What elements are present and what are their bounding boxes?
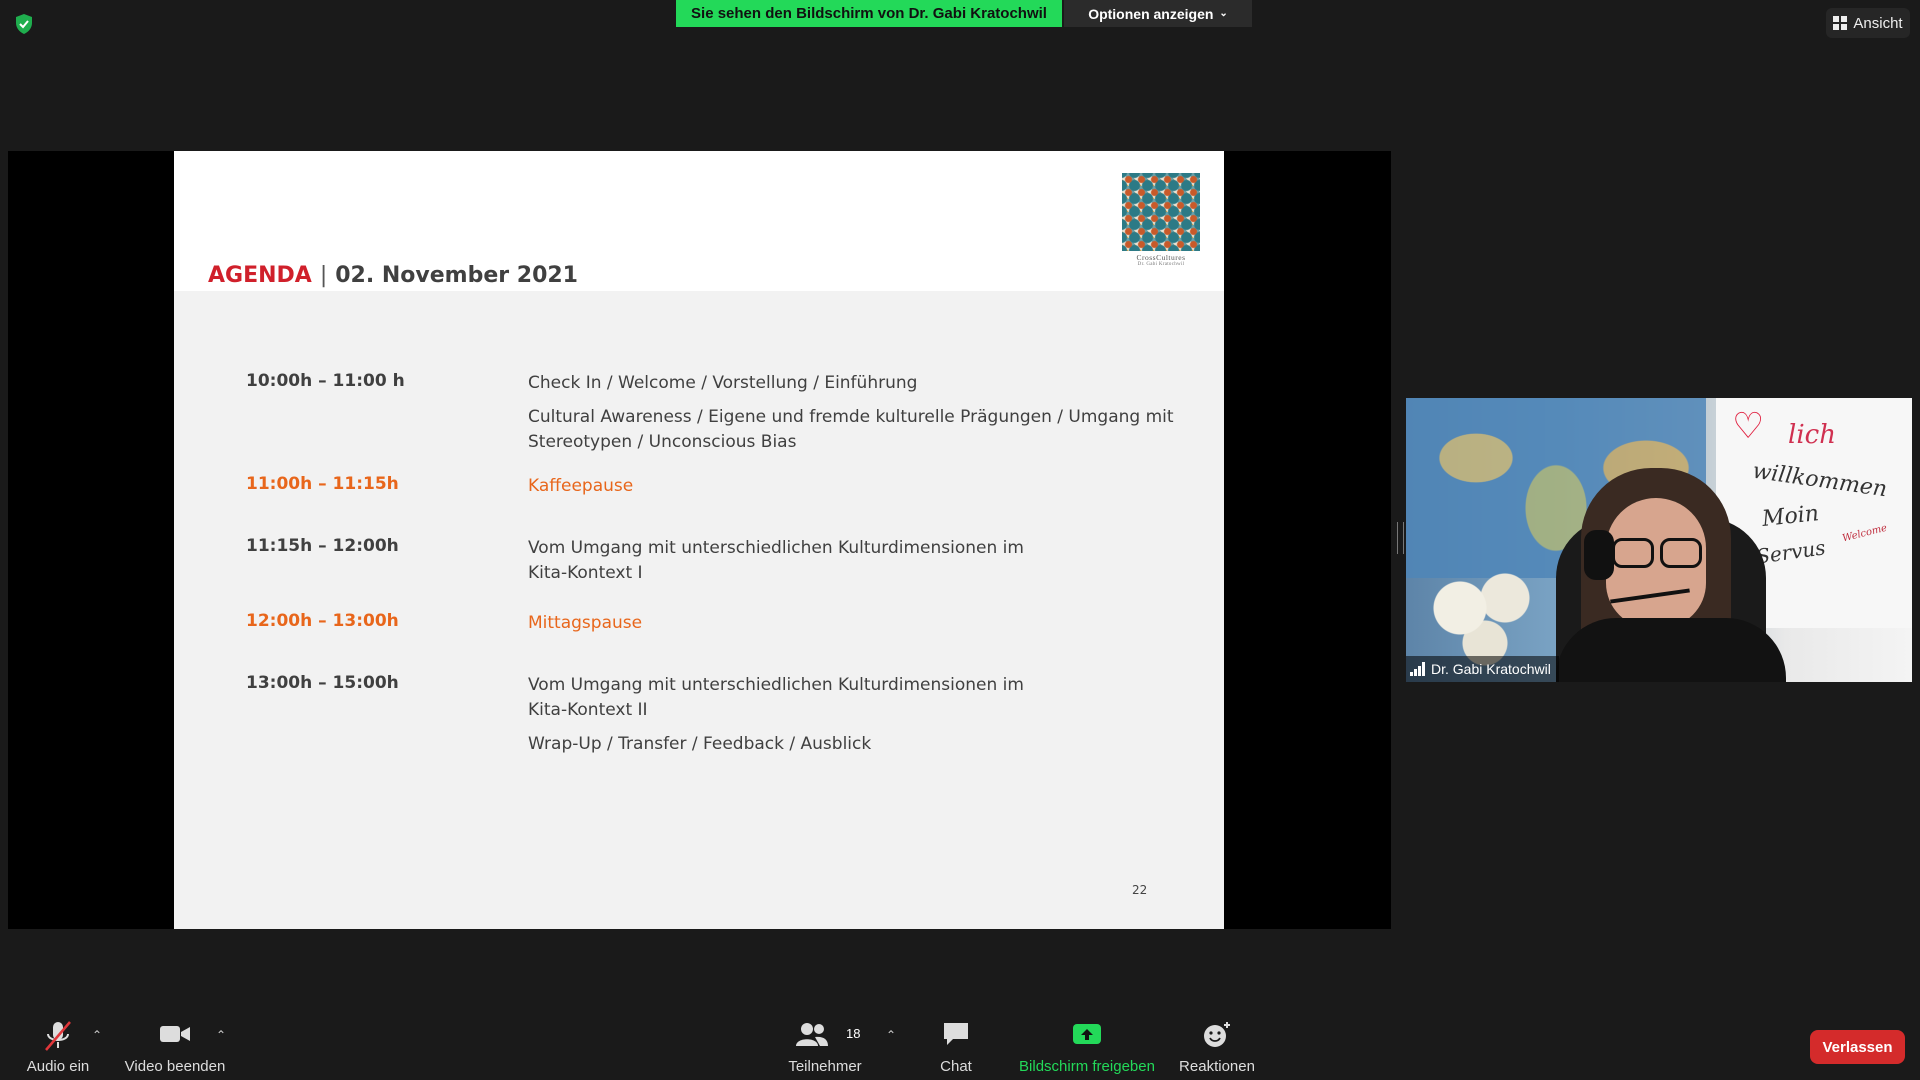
video-camera-icon xyxy=(160,1026,190,1042)
agenda-desc: Vom Umgang mit unterschiedlichen Kulturd… xyxy=(528,673,1048,766)
microphone-muted-icon xyxy=(45,1021,71,1051)
person-body xyxy=(1556,618,1786,682)
share-screen-button[interactable]: Bildschirm freigeben xyxy=(1012,1016,1162,1076)
agenda-item: Cultural Awareness / Eigene und fremde k… xyxy=(528,407,1174,452)
headset-icon xyxy=(1584,530,1614,580)
participants-icon xyxy=(796,1023,828,1046)
participants-options-caret-icon[interactable]: ⌃ xyxy=(886,1028,896,1042)
view-options-button[interactable]: Optionen anzeigen ⌄ xyxy=(1064,0,1252,27)
video-button[interactable]: Video beenden xyxy=(118,1016,232,1076)
participant-video-tile[interactable]: ♡ lich willkommen Moin Servus Welcome Dr… xyxy=(1406,398,1912,682)
agenda-time: 11:00h – 11:15h xyxy=(246,474,399,494)
flowers-backdrop xyxy=(1430,568,1540,668)
reaction-smiley-icon xyxy=(1204,1022,1230,1047)
logo-line1: CrossCultures xyxy=(1136,253,1186,262)
screen-share-banner: Sie sehen den Bildschirm von Dr. Gabi Kr… xyxy=(676,0,1062,27)
signal-strength-icon xyxy=(1410,662,1425,676)
agenda-time: 11:15h – 12:00h xyxy=(246,536,399,556)
chevron-down-icon: ⌄ xyxy=(1219,8,1228,19)
view-options-label: Optionen anzeigen xyxy=(1088,5,1214,22)
reactions-button[interactable]: Reaktionen xyxy=(1172,1016,1262,1076)
agenda-item: Kaffeepause xyxy=(528,476,634,496)
view-button[interactable]: Ansicht xyxy=(1826,8,1910,38)
leave-button-label: Verlassen xyxy=(1822,1038,1893,1056)
agenda-desc: Kaffeepause xyxy=(528,474,1188,508)
agenda-time: 12:00h – 13:00h xyxy=(246,611,399,631)
leave-meeting-button[interactable]: Verlassen xyxy=(1810,1030,1905,1064)
agenda-time: 10:00h – 11:00 h xyxy=(246,371,405,391)
agenda-item: Wrap-Up / Transfer / Feedback / Ausblick xyxy=(528,734,872,754)
slide-title-agenda: AGENDA xyxy=(208,263,312,288)
logo-line2: Dr. Gabi Kratochwil xyxy=(1137,262,1185,267)
slide-title: AGENDA | 02. November 2021 xyxy=(208,263,578,288)
slide-title-date: 02. November 2021 xyxy=(335,263,578,288)
grid-view-icon xyxy=(1833,16,1848,30)
chat-bubble-icon xyxy=(944,1023,968,1045)
agenda-time: 13:00h – 15:00h xyxy=(246,673,399,693)
audio-button[interactable]: Audio ein xyxy=(14,1016,102,1076)
crosscultures-logo: CrossCultures Dr. Gabi Kratochwil xyxy=(1122,173,1200,269)
video-options-caret-icon[interactable]: ⌃ xyxy=(216,1028,226,1042)
chat-button-label: Chat xyxy=(940,1058,972,1075)
agenda-item: Mittagspause xyxy=(528,613,643,633)
agenda-item: Vom Umgang mit unterschiedlichen Kulturd… xyxy=(528,675,1024,720)
agenda-item: Vom Umgang mit unterschiedlichen Kulturd… xyxy=(528,538,1024,583)
audio-button-label: Audio ein xyxy=(26,1058,90,1075)
participants-button-label: Teilnehmer xyxy=(788,1058,862,1075)
panel-resize-handle[interactable] xyxy=(1397,522,1404,554)
share-banner-text: Sie sehen den Bildschirm von Dr. Gabi Kr… xyxy=(691,5,1047,22)
board-word: lich xyxy=(1788,420,1836,450)
agenda-desc: Check In / Welcome / Vorstellung / Einfü… xyxy=(528,371,1188,464)
presentation-slide: AGENDA | 02. November 2021 CrossCultures D… xyxy=(174,151,1224,929)
security-shield-icon[interactable] xyxy=(12,12,36,36)
video-button-label: Video beenden xyxy=(124,1058,226,1075)
glasses xyxy=(1612,538,1702,568)
reactions-button-label: Reaktionen xyxy=(1179,1058,1255,1075)
participant-name-label: Dr. Gabi Kratochwil xyxy=(1406,656,1559,682)
agenda-item: Check In / Welcome / Vorstellung / Einfü… xyxy=(528,373,918,393)
agenda-desc: Vom Umgang mit unterschiedlichen Kulturd… xyxy=(528,536,1048,595)
view-button-label: Ansicht xyxy=(1853,14,1903,32)
agenda-desc: Mittagspause xyxy=(528,611,1188,645)
participants-count: 18 xyxy=(846,1026,861,1041)
participant-name: Dr. Gabi Kratochwil xyxy=(1431,661,1551,677)
heart-drawing-icon: ♡ xyxy=(1732,405,1765,446)
participants-button[interactable]: Teilnehmer xyxy=(780,1016,870,1076)
audio-options-caret-icon[interactable]: ⌃ xyxy=(92,1028,102,1042)
share-screen-label: Bildschirm freigeben xyxy=(1019,1058,1155,1075)
slide-page-number: 22 xyxy=(1132,883,1148,897)
logo-pattern xyxy=(1122,173,1200,251)
share-screen-icon xyxy=(1073,1024,1101,1044)
chat-button[interactable]: Chat xyxy=(926,1016,986,1076)
slide-title-separator: | xyxy=(319,263,328,288)
